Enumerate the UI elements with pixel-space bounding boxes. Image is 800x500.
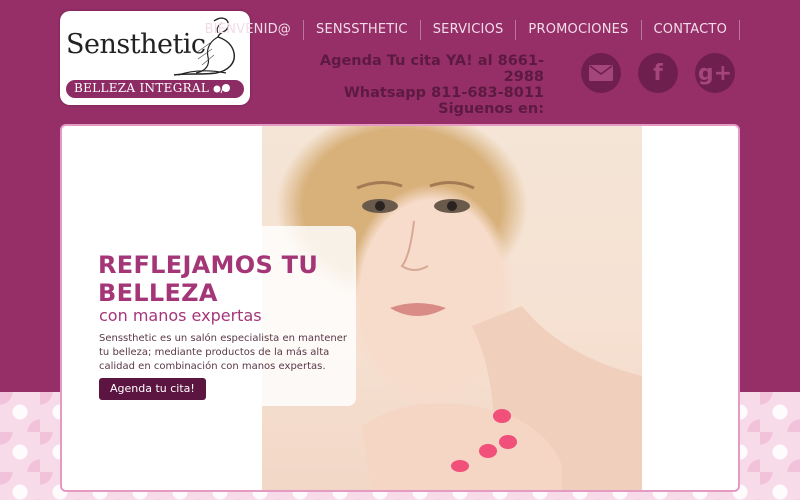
googleplus-link[interactable]: g+: [695, 53, 735, 93]
nav-item-contacto[interactable]: CONTACTO: [642, 20, 740, 40]
flower-decoration-icon: [213, 84, 230, 94]
nav-item-bienvenido[interactable]: BIENVENID@: [193, 20, 305, 40]
main-navigation: BIENVENID@ SENSSTHETIC SERVICIOS PROMOCI…: [193, 20, 740, 40]
email-link[interactable]: [581, 53, 621, 93]
logo-tagline: BELLEZA INTEGRAL: [74, 81, 210, 95]
follow-us-label: Siguenos en:: [438, 101, 544, 117]
logo-tagline-bar: BELLEZA INTEGRAL: [66, 80, 244, 98]
nav-item-senssthetic[interactable]: SENSSTHETIC: [304, 20, 421, 40]
social-links: f g+: [581, 53, 752, 93]
hero-banner: REFLEJAMOS TU BELLEZA con manos expertas…: [60, 124, 740, 492]
appointment-phone: Agenda Tu cita YA! al 8661-2988: [319, 53, 544, 85]
hero-title: REFLEJAMOS TU BELLEZA: [98, 251, 319, 307]
book-appointment-button[interactable]: Agenda tu cita!: [99, 378, 206, 400]
hero-subtitle: con manos expertas: [99, 306, 262, 325]
contact-info: Agenda Tu cita YA! al 8661-2988 Whatsapp…: [300, 53, 544, 117]
whatsapp-phone: Whatsapp 811-683-8011: [343, 85, 544, 101]
envelope-icon: [589, 65, 613, 81]
facebook-icon: f: [653, 60, 663, 86]
nav-item-servicios[interactable]: SERVICIOS: [421, 20, 517, 40]
nav-item-promociones[interactable]: PROMOCIONES: [516, 20, 642, 40]
facebook-link[interactable]: f: [638, 53, 678, 93]
googleplus-icon: g+: [697, 60, 733, 86]
hero-description: Senssthetic es un salón especialista en …: [99, 333, 348, 372]
